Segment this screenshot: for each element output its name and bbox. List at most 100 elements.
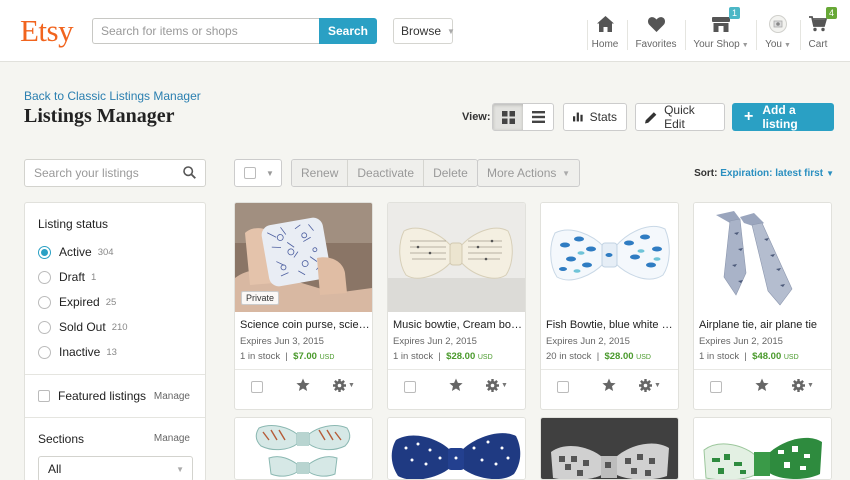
listing-card[interactable]: Private Science coin purse, science gift… [234, 202, 373, 410]
filter-sidebar: Listing status Active 304 Draft 1 Expire… [24, 202, 206, 480]
status-option-draft[interactable]: Draft 1 [38, 270, 96, 284]
browse-dropdown[interactable]: Browse ▼ [393, 18, 455, 44]
star-icon[interactable] [602, 378, 616, 392]
status-option-sold-out[interactable]: Sold Out 210 [38, 320, 128, 334]
radio[interactable] [38, 295, 51, 309]
grid-view-button[interactable] [493, 104, 523, 130]
chevron-down-icon: ▼ [176, 464, 184, 474]
nav-divider [800, 20, 801, 50]
sections-manage-link[interactable]: Manage [154, 433, 190, 444]
etsy-logo[interactable]: Etsy [20, 13, 74, 49]
gear-menu[interactable]: ▼ [486, 379, 508, 392]
nav-your-shop[interactable]: 1 Your Shop ▼ [693, 7, 749, 54]
search-input[interactable] [92, 18, 319, 44]
featured-checkbox[interactable] [38, 390, 50, 402]
status-option-expired[interactable]: Expired 25 [38, 295, 116, 309]
listing-card[interactable] [693, 417, 832, 480]
chevron-down-icon: ▼ [447, 26, 455, 36]
listing-checkbox[interactable] [710, 381, 722, 393]
featured-manage-link[interactable]: Manage [154, 391, 190, 402]
listing-image[interactable] [388, 418, 525, 479]
stock-count: 1 in stock [240, 351, 281, 362]
sort-label: Sort: [694, 168, 718, 179]
star-icon[interactable] [449, 378, 463, 392]
select-all-checkbox[interactable] [244, 167, 256, 179]
sidebar-divider [25, 417, 205, 418]
listing-expiration: Expires Jun 3, 2015 [240, 336, 324, 347]
status-label: Inactive [59, 345, 101, 359]
status-label: Expired [59, 295, 100, 309]
listing-image[interactable] [541, 203, 678, 312]
gear-icon [639, 379, 652, 392]
featured-listings-filter[interactable]: Featured listings [38, 389, 146, 403]
radio-selected[interactable] [38, 245, 51, 259]
add-listing-button[interactable]: + Add a listing [732, 103, 834, 131]
radio[interactable] [38, 345, 51, 359]
status-label: Active [59, 245, 92, 259]
status-option-active[interactable]: Active 304 [38, 245, 114, 259]
nav-divider [587, 20, 588, 50]
star-icon[interactable] [296, 378, 310, 392]
select-all-dropdown[interactable]: ▼ [234, 159, 282, 187]
listing-checkbox[interactable] [251, 381, 263, 393]
cart-icon: 4 [806, 7, 837, 34]
back-to-classic-link[interactable]: Back to Classic Listings Manager [24, 89, 201, 103]
listing-title[interactable]: Music bowtie, Cream bow tie [393, 319, 523, 331]
nav-home-label: Home [591, 39, 619, 50]
status-count: 13 [106, 346, 117, 358]
nav-cart[interactable]: 4 Cart [806, 7, 837, 54]
currency: USD [319, 354, 335, 361]
listing-card[interactable] [387, 417, 526, 480]
quick-edit-button[interactable]: Quick Edit [635, 103, 725, 131]
home-icon [593, 14, 617, 34]
stats-button[interactable]: Stats [563, 103, 627, 131]
listing-card[interactable] [234, 417, 373, 480]
nav-favorites[interactable]: Favorites [635, 14, 677, 54]
view-toggle [492, 103, 554, 131]
renew-button[interactable]: Renew [292, 160, 349, 186]
listing-card[interactable]: Airplane tie, air plane tie Expires Jun … [693, 202, 832, 410]
view-label: View: [462, 111, 491, 123]
listing-image[interactable] [694, 203, 831, 312]
listing-card[interactable] [540, 417, 679, 480]
nav-you[interactable]: You ▼ [764, 14, 792, 54]
listing-checkbox[interactable] [557, 381, 569, 393]
sections-select[interactable]: All ▼ [38, 456, 193, 480]
listing-image[interactable] [694, 418, 831, 479]
list-view-button[interactable] [523, 104, 553, 130]
listing-expiration: Expires Jun 2, 2015 [699, 336, 783, 347]
sort-control[interactable]: Sort: Expiration: latest first ▼ [694, 168, 834, 179]
listing-image[interactable] [388, 203, 525, 312]
gear-menu[interactable]: ▼ [333, 379, 355, 392]
gear-menu[interactable]: ▼ [792, 379, 814, 392]
listing-card[interactable]: Fish Bowtie, blue white bow tie Expires … [540, 202, 679, 410]
cart-badge: 4 [825, 7, 837, 19]
bar-chart-icon [573, 112, 583, 122]
gear-menu[interactable]: ▼ [639, 379, 661, 392]
nav-home[interactable]: Home [590, 14, 620, 54]
radio[interactable] [38, 270, 51, 284]
sections-select-value: All [48, 462, 62, 476]
radio[interactable] [38, 320, 51, 334]
listing-image[interactable] [541, 418, 678, 479]
listing-title[interactable]: Science coin purse, science gift [240, 319, 370, 331]
listing-title[interactable]: Fish Bowtie, blue white bow tie [546, 319, 676, 331]
listing-search-input[interactable] [24, 159, 206, 187]
search-button[interactable]: Search [319, 18, 377, 44]
listing-title[interactable]: Airplane tie, air plane tie [699, 319, 829, 331]
star-icon[interactable] [755, 378, 769, 392]
listing-image[interactable] [235, 418, 372, 479]
status-option-inactive[interactable]: Inactive 13 [38, 345, 117, 359]
delete-button[interactable]: Delete [424, 160, 477, 186]
sort-value[interactable]: Expiration: latest first [720, 168, 823, 179]
more-actions-dropdown[interactable]: More Actions ▼ [477, 159, 580, 187]
deactivate-button[interactable]: Deactivate [348, 160, 425, 186]
listing-card[interactable]: Music bowtie, Cream bow tie Expires Jun … [387, 202, 526, 410]
listing-checkbox[interactable] [404, 381, 416, 393]
search-icon[interactable] [183, 166, 196, 179]
card-divider [235, 369, 372, 370]
listing-image[interactable]: Private [235, 203, 372, 312]
more-actions-label: More Actions [487, 166, 557, 180]
listing-price: $28.00 [446, 351, 476, 362]
listing-price: $28.00 [604, 351, 634, 362]
